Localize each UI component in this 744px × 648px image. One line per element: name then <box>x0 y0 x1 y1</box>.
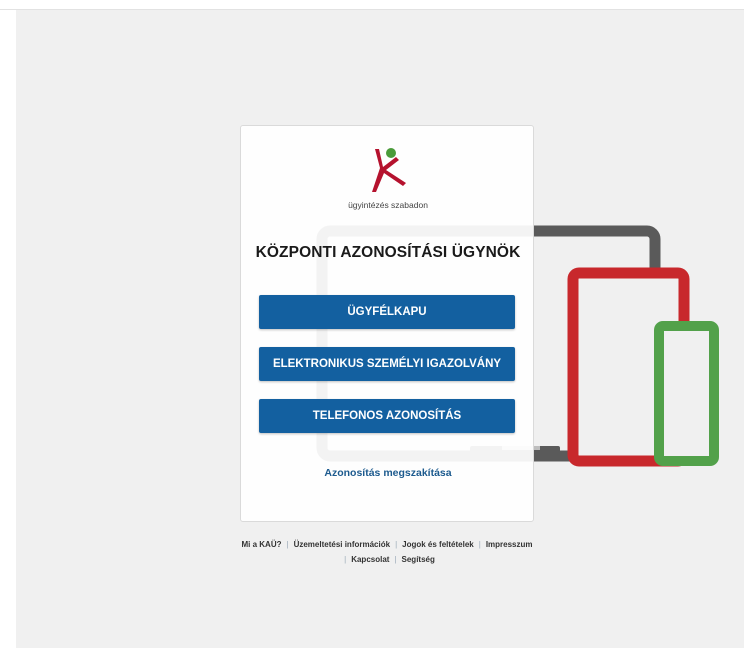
logo-tagline: ügyintézés szabadon <box>348 200 428 210</box>
kau-logo <box>241 146 535 194</box>
login-card: ügyintézés szabadon KÖZPONTI AZONOSÍTÁSI… <box>240 125 534 522</box>
ugyfelkapu-button[interactable]: ÜGYFÉLKAPU <box>259 295 515 329</box>
footer-link-uzemeltetesi[interactable]: Üzemeltetési információk <box>294 540 390 549</box>
footer-row-2: | Kapcsolat | Segítség <box>218 552 556 567</box>
footer-separator: | <box>344 555 347 564</box>
footer-link-impresszum[interactable]: Impresszum <box>486 540 533 549</box>
footer-link-kapcsolat[interactable]: Kapcsolat <box>351 555 389 564</box>
logo-icon <box>372 148 406 192</box>
page-title: KÖZPONTI AZONOSÍTÁSI ÜGYNÖK <box>255 244 521 261</box>
footer-link-jogok[interactable]: Jogok és feltételek <box>402 540 474 549</box>
footer-separator: | <box>394 555 397 564</box>
eszemelyi-button[interactable]: ELEKTRONIKUS SZEMÉLYI IGAZOLVÁNY <box>259 347 515 381</box>
footer-links: Mi a KAÜ? | Üzemeltetési információk | Jogok… <box>218 537 556 567</box>
footer-link-segitseg[interactable]: Segítség <box>402 555 435 564</box>
footer-link-mi-a-kau[interactable]: Mi a KAÜ? <box>242 540 282 549</box>
footer-separator: | <box>286 540 289 549</box>
footer-separator: | <box>478 540 481 549</box>
telefonos-azonositas-button[interactable]: TELEFONOS AZONOSÍTÁS <box>259 399 515 433</box>
footer-row-1: Mi a KAÜ? | Üzemeltetési információk | Jogok… <box>218 537 556 552</box>
cancel-authentication-link[interactable]: Azonosítás megszakítása <box>241 467 535 479</box>
footer-separator: | <box>395 540 398 549</box>
